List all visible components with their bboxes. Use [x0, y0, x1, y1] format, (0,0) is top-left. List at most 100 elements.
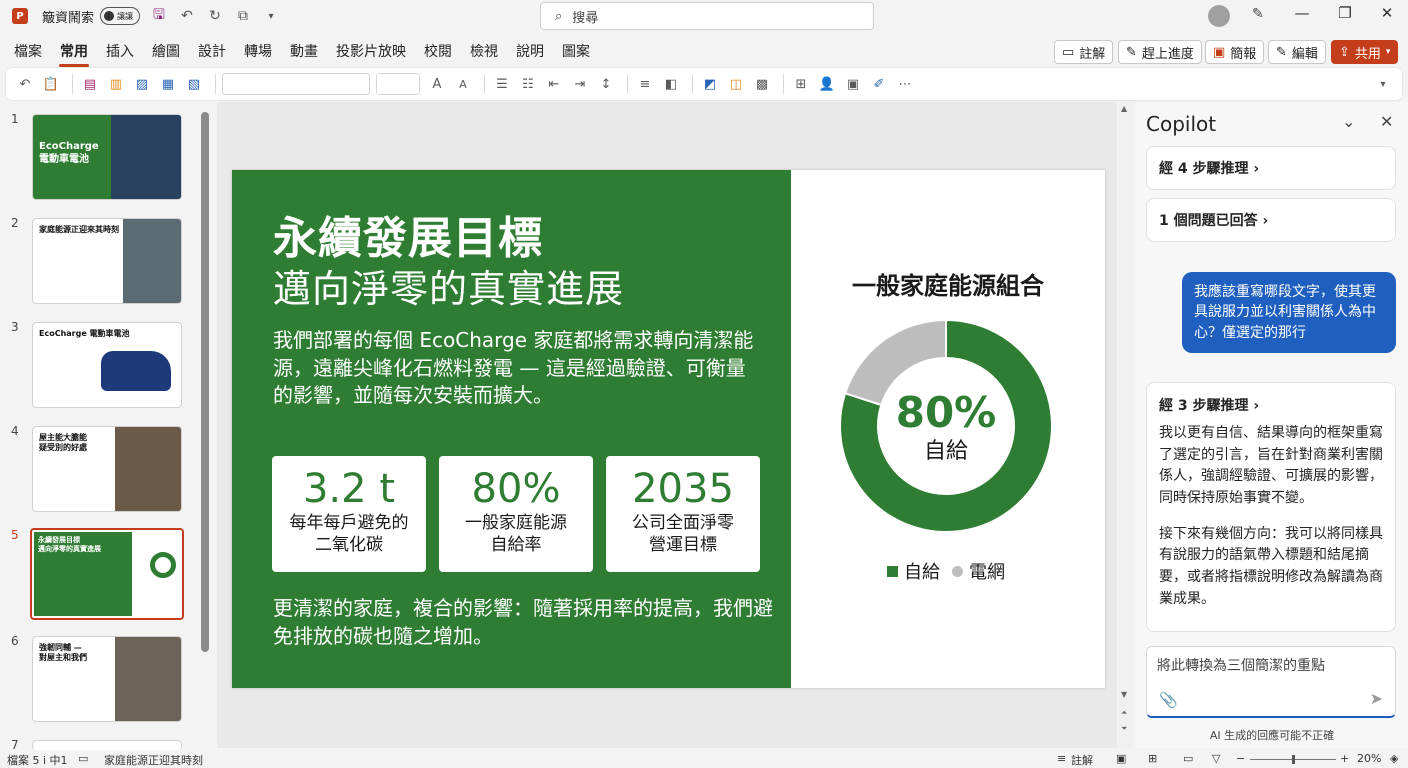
slide-thumbnail-5[interactable]: 永續發展目標 邁向淨零的真實進展 — [30, 528, 184, 620]
line-spacing-icon[interactable]: ↕ — [595, 74, 617, 94]
grow-font-icon[interactable]: A — [426, 74, 448, 94]
new-slide-icon[interactable]: ▤ — [79, 74, 101, 94]
tab-design[interactable]: 設計 — [197, 37, 227, 65]
zoom-level[interactable]: 20% — [1357, 752, 1381, 765]
send-icon[interactable]: ➤ — [1370, 689, 1383, 708]
slide-footer-text[interactable]: 更清潔的家庭，複合的影響：隨著採用率的提高，我們避免排放的碳也隨之增加。 — [273, 594, 773, 650]
comments-button[interactable]: ▭ 註解 — [1054, 40, 1114, 64]
slide-thumbnail-6[interactable]: 強韌同輔 — 對屋主和我們 — [32, 636, 182, 722]
edit-button[interactable]: ✎ 編輯 — [1268, 40, 1326, 64]
picture-icon[interactable]: ▨ — [131, 74, 153, 94]
slide-thumbnail-2[interactable]: 家庭能源正迎來其時刻 — [32, 218, 182, 304]
avatar[interactable] — [1208, 5, 1230, 27]
decrease-indent-icon[interactable]: ⇤ — [543, 74, 565, 94]
catch-up-button[interactable]: ✎ 趕上進度 — [1118, 40, 1202, 64]
slide-subtitle[interactable]: 邁向淨零的真實進展 — [273, 258, 624, 313]
scroll-down-icon[interactable]: ▼ — [1121, 690, 1127, 699]
section-icon[interactable]: ▧ — [183, 74, 205, 94]
shapes-icon[interactable]: ◫ — [725, 74, 747, 94]
undo-icon[interactable]: ↶ — [14, 74, 36, 94]
attach-icon[interactable]: 📎 — [1159, 691, 1178, 709]
chart-title[interactable]: 一般家庭能源組合 — [791, 266, 1105, 301]
copilot-prompt-box[interactable]: 📎 ➤ — [1146, 646, 1396, 718]
slide-thumbnail-4[interactable]: 屋主能大膽能 疑受別的好處 — [32, 426, 182, 512]
save-icon[interactable]: 🖫 — [150, 7, 168, 25]
designer-icon[interactable]: ✐ — [868, 74, 890, 94]
restore-icon[interactable]: ❐ — [1333, 4, 1357, 22]
slide-title[interactable]: 永續發展目標 — [273, 202, 543, 266]
thumbnails-scrollbar[interactable] — [201, 112, 209, 652]
tab-draw[interactable]: 繪圖 — [151, 37, 181, 65]
share-button[interactable]: ⇪ 共用 ▾ — [1331, 40, 1399, 64]
shape-fill-icon[interactable]: ◩ — [699, 74, 721, 94]
tab-review[interactable]: 校閱 — [423, 37, 453, 65]
notes-icon[interactable]: ▣ — [842, 74, 864, 94]
numbering-icon[interactable]: ☷ — [517, 74, 539, 94]
close-icon[interactable]: ✕ — [1380, 112, 1393, 131]
designer-icon[interactable]: ✎ — [1252, 6, 1264, 22]
normal-view-icon[interactable]: ▣ — [1116, 752, 1126, 765]
reasoning-steps-toggle[interactable]: 經 3 步驟推理 › — [1159, 395, 1383, 415]
tab-help[interactable]: 說明 — [515, 37, 545, 65]
next-slide-icon[interactable]: ⏷ — [1121, 724, 1127, 734]
tab-insert[interactable]: 插入 — [105, 37, 135, 65]
autosave-toggle[interactable]: 讓讓 — [100, 7, 141, 25]
donut-chart[interactable]: 80% 自給 — [838, 318, 1054, 534]
accessibility-icon[interactable]: ▭ — [78, 752, 88, 765]
slideshow-icon[interactable]: ▽ — [1212, 752, 1220, 765]
font-size-dropdown[interactable] — [376, 73, 420, 95]
slide-thumbnail-3[interactable]: EcoCharge 電動車電池 — [32, 322, 182, 408]
slide-canvas[interactable]: 永續發展目標 邁向淨零的真實進展 我們部署的每個 EcoCharge 家庭都將需… — [232, 170, 1105, 688]
bullets-icon[interactable]: ☰ — [491, 74, 513, 94]
present-from-start-icon[interactable]: ⧉ — [234, 7, 252, 25]
customize-toolbar-chevron-icon[interactable]: ▾ — [262, 7, 280, 25]
stat-card[interactable]: 3.2 t 每年每戶避免的 二氧化碳 — [272, 456, 426, 572]
layout-icon[interactable]: ▥ — [105, 74, 127, 94]
slide-body-text[interactable]: 我們部署的每個 EcoCharge 家庭都將需求轉向清潔能源，遠離尖峰化石燃料發… — [273, 327, 763, 410]
tab-shape[interactable]: 圖案 — [561, 37, 591, 65]
align-objects-icon[interactable]: ⊞ — [790, 74, 812, 94]
copilot-prompt-input[interactable] — [1157, 657, 1382, 673]
tab-animations[interactable]: 動畫 — [289, 37, 319, 65]
arrange-icon[interactable]: ◧ — [660, 74, 682, 94]
reasoning-steps-card[interactable]: 經 4 步驟推理 › — [1146, 146, 1396, 190]
comments-status-icon[interactable]: ≡ — [1057, 752, 1066, 765]
slide-thumbnail-7[interactable] — [32, 740, 182, 750]
close-icon[interactable]: ✕ — [1375, 4, 1399, 22]
person-icon[interactable]: 👤 — [816, 74, 838, 94]
comments-status-label[interactable]: 註解 — [1071, 752, 1093, 768]
tab-transitions[interactable]: 轉場 — [243, 37, 273, 65]
font-name-dropdown[interactable] — [222, 73, 370, 95]
slide-vertical-scrollbar[interactable]: ▲ ▼ ⏶ ⏷ — [1119, 102, 1133, 748]
previous-slide-icon[interactable]: ⏶ — [1121, 708, 1127, 718]
present-button[interactable]: ▣ 簡報 — [1205, 40, 1265, 64]
slide-thumbnail-1[interactable]: EcoCharge 電動車電池 — [32, 114, 182, 200]
align-icon[interactable]: ≡ — [634, 74, 656, 94]
table-icon[interactable]: ▦ — [157, 74, 179, 94]
zoom-slider-thumb[interactable] — [1292, 755, 1295, 764]
tab-home[interactable]: 常用 — [59, 37, 89, 67]
tab-slideshow[interactable]: 投影片放映 — [335, 37, 407, 65]
tab-file[interactable]: 檔案 — [13, 37, 43, 65]
increase-indent-icon[interactable]: ⇥ — [569, 74, 591, 94]
slide-sorter-icon[interactable]: ⊞ — [1148, 752, 1157, 765]
scroll-up-icon[interactable]: ▲ — [1121, 104, 1127, 113]
redo-icon[interactable]: ↻ — [206, 7, 224, 25]
reading-view-icon[interactable]: ▭ — [1183, 752, 1193, 765]
notes-title[interactable]: 家庭能源正迎其時刻 — [104, 752, 203, 768]
shrink-font-icon[interactable]: A — [452, 74, 474, 94]
stat-card[interactable]: 80% 一般家庭能源 自給率 — [439, 456, 593, 572]
undo-icon[interactable]: ↶ — [178, 7, 196, 25]
stat-card[interactable]: 2035 公司全面淨零 營運目標 — [606, 456, 760, 572]
expand-ribbon-chevron-icon[interactable]: ▾ — [1372, 74, 1394, 94]
search-input[interactable]: ⌕ 搜尋 — [540, 2, 874, 30]
more-options-icon[interactable]: ⋯ — [894, 74, 916, 94]
zoom-in-icon[interactable]: + — [1340, 752, 1349, 765]
chevron-down-icon[interactable]: ⌄ — [1342, 112, 1355, 131]
tab-view[interactable]: 檢視 — [469, 37, 499, 65]
paste-icon[interactable]: 📋 — [40, 74, 62, 94]
questions-answered-card[interactable]: 1 個問題已回答 › — [1146, 198, 1396, 242]
quick-styles-icon[interactable]: ▩ — [751, 74, 773, 94]
minimize-icon[interactable]: — — [1290, 4, 1314, 22]
fit-to-window-icon[interactable]: ◈ — [1390, 752, 1398, 765]
